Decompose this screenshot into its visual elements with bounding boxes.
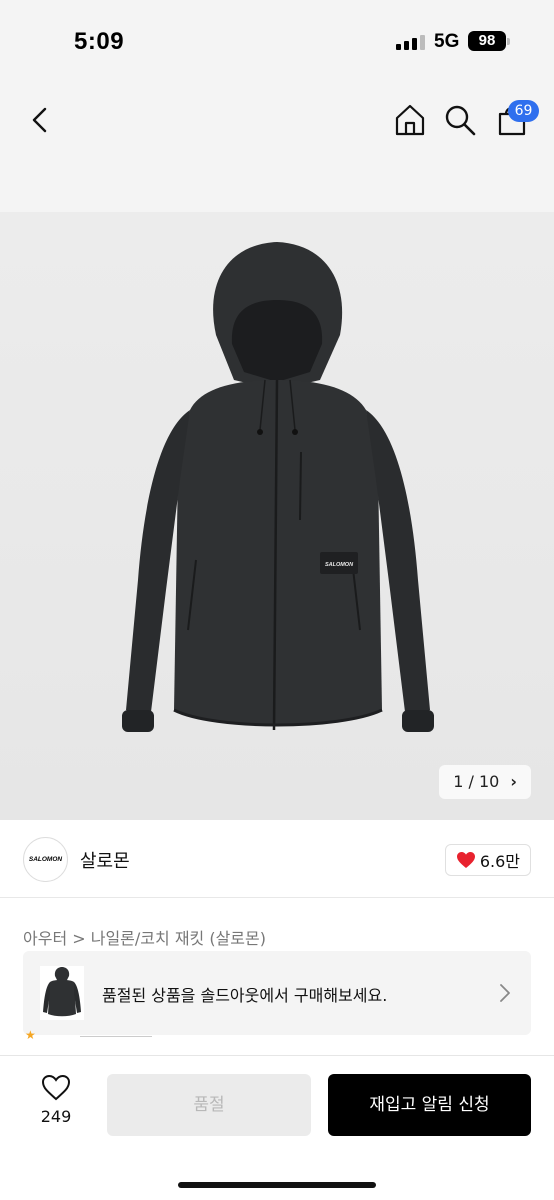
brand-like-count: 6.6만 — [479, 852, 520, 871]
soldout-banner[interactable]: 품절된 상품을 솔드아웃에서 구매해보세요. — [23, 951, 531, 1035]
category-breadcrumb[interactable]: 아우터 > 나일론/코치 재킷 (살로몬) — [23, 925, 266, 949]
heart-outline-icon — [41, 1074, 71, 1101]
product-image-gallery[interactable]: SALOMON 1 / 10 › — [0, 212, 554, 820]
home-button[interactable] — [392, 102, 428, 138]
wishlist-count: 249 — [40, 1107, 72, 1126]
search-button[interactable] — [442, 102, 478, 138]
search-icon — [445, 105, 476, 136]
home-icon — [395, 104, 425, 136]
brand-logo[interactable]: SALOMON — [23, 837, 68, 882]
brand-row: SALOMON 살로몬 6.6만 — [0, 820, 554, 898]
bottom-action-bar: 249 품절 재입고 알림 신청 — [0, 1055, 554, 1200]
status-bar: 5:09 5G 98 — [0, 0, 554, 84]
home-indicator[interactable] — [178, 1182, 376, 1188]
brand-like-button[interactable]: 6.6만 — [444, 844, 531, 876]
soldout-banner-text: 품절된 상품을 솔드아웃에서 구매해보세요. — [102, 986, 388, 1005]
product-image-jacket: SALOMON — [122, 242, 434, 732]
star-icon: ★ — [25, 1028, 36, 1042]
wishlist-button[interactable]: 249 — [34, 1074, 78, 1126]
top-nav — [0, 84, 554, 212]
soldout-button: 품절 — [107, 1074, 311, 1136]
chevron-right-icon — [500, 984, 510, 1002]
page-indicator-text: 1 / 10 — [453, 772, 500, 791]
battery-icon: 98 — [468, 31, 506, 51]
back-button[interactable] — [22, 102, 58, 138]
jacket-logo-text: SALOMON — [325, 562, 354, 568]
heart-filled-icon — [456, 852, 475, 868]
status-time: 5:09 — [74, 28, 125, 55]
brand-name[interactable]: 살로몬 — [80, 847, 130, 873]
battery-tip — [507, 38, 510, 45]
network-label: 5G — [434, 31, 460, 52]
divider — [80, 1036, 152, 1037]
gallery-page-indicator[interactable]: 1 / 10 › — [439, 765, 531, 799]
signal-icon — [396, 34, 426, 50]
cart-count-badge: 69 — [508, 100, 539, 122]
chevron-left-icon — [32, 107, 47, 133]
soldout-thumbnail — [40, 966, 84, 1020]
chevron-right-icon: › — [510, 772, 517, 791]
restock-alert-button[interactable]: 재입고 알림 신청 — [328, 1074, 531, 1136]
